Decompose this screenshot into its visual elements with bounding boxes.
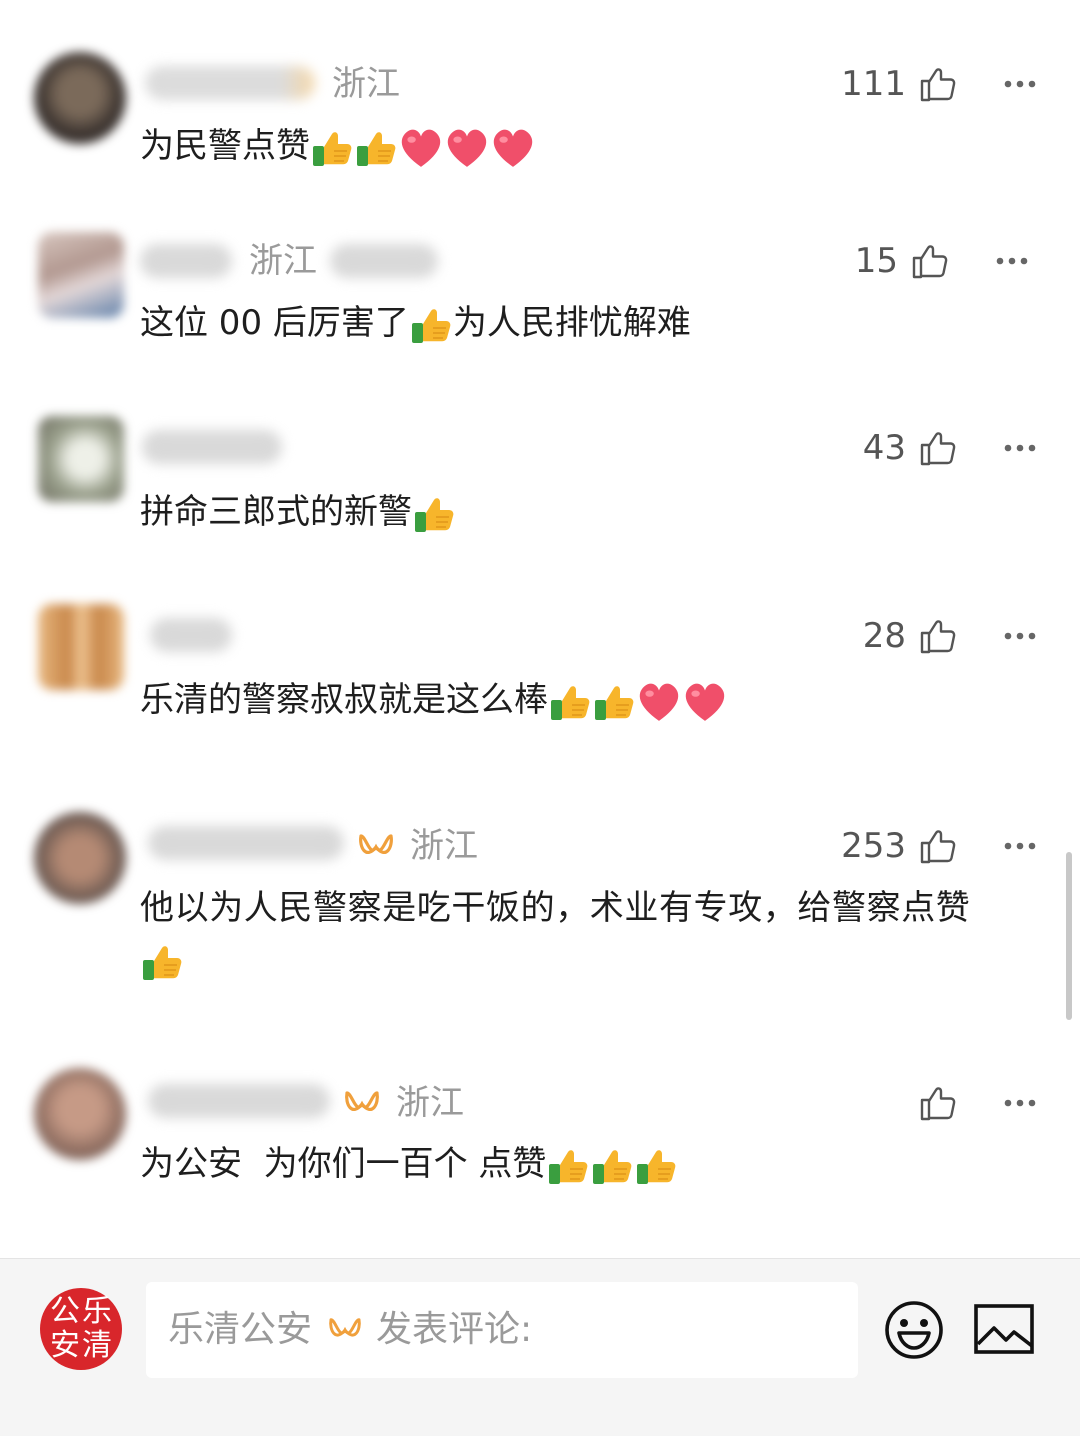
user-badge-blurred (330, 244, 438, 278)
thumbs-up-emoji-icon (354, 126, 398, 170)
like-icon[interactable] (918, 826, 958, 866)
comment-text: 拼命三郎式的新警 (140, 486, 1040, 538)
like-count: 15 (854, 241, 898, 281)
scrollbar[interactable] (1066, 852, 1072, 1020)
region-label: 浙江 (396, 1083, 464, 1123)
username-blurred[interactable] (148, 1084, 330, 1118)
heart-emoji-icon (398, 125, 444, 171)
more-icon[interactable] (995, 256, 1029, 266)
username-blurred[interactable] (145, 66, 315, 100)
comment-text-content: 他以为人民警察是吃干饭的，术业有专攻，给警察点赞 (140, 888, 971, 928)
logo-char: 公 (50, 1294, 80, 1329)
avatar[interactable] (34, 52, 126, 144)
more-icon[interactable] (1003, 841, 1037, 851)
comment-text: 他以为人民警察是吃干饭的，术业有专攻，给警察点赞 (140, 882, 1040, 986)
image-icon[interactable] (974, 1304, 1034, 1354)
input-placeholder: 发表评论: (376, 1309, 533, 1350)
heart-emoji-icon (682, 679, 728, 725)
like-icon[interactable] (918, 64, 958, 104)
comment-text-content: 为公安 为你们一百个 点赞 (140, 1144, 547, 1184)
like-icon[interactable] (918, 1083, 958, 1123)
like-icon[interactable] (918, 616, 958, 656)
comment-text-content: 为民警点赞 (140, 126, 310, 166)
thumbs-up-emoji-icon (140, 940, 184, 984)
comment-text: 为公安 为你们一百个 点赞 (140, 1138, 1040, 1190)
thumbs-up-emoji-icon (412, 492, 456, 536)
like-icon[interactable] (910, 241, 950, 281)
avatar[interactable] (34, 1068, 126, 1160)
avatar[interactable] (38, 232, 124, 318)
avatar[interactable] (34, 812, 126, 904)
username-blurred[interactable] (148, 826, 344, 860)
username-blurred[interactable] (142, 430, 282, 464)
logo-char: 乐 (82, 1294, 112, 1329)
emoji-icon[interactable] (884, 1300, 944, 1360)
more-icon[interactable] (1003, 631, 1037, 641)
thumbs-up-emoji-icon (546, 1144, 590, 1188)
thumbs-up-emoji-icon (590, 1144, 634, 1188)
heart-emoji-icon (636, 679, 682, 725)
region-label: 浙江 (332, 64, 400, 104)
more-icon[interactable] (1003, 443, 1037, 453)
comment-text: 乐清的警察叔叔就是这么棒 (140, 674, 1040, 726)
comment-text-content: 拼命三郎式的新警 (140, 492, 412, 532)
logo-char: 安 (50, 1328, 80, 1363)
comment-text: 这位 00 后厉害了 为人民排忧解难 (140, 297, 1040, 349)
comment-text: 为民警点赞 (140, 120, 1040, 172)
comment-text-content: 这位 00 后厉害了 (140, 303, 409, 343)
vip-icon (328, 1316, 362, 1344)
avatar[interactable] (38, 604, 124, 690)
account-logo[interactable]: 公 乐 安 清 (40, 1288, 122, 1370)
username-blurred[interactable] (150, 618, 232, 652)
like-count: 253 (841, 826, 906, 866)
more-icon[interactable] (1003, 79, 1037, 89)
logo-char: 清 (82, 1328, 112, 1363)
thumbs-up-emoji-icon (548, 680, 592, 724)
comment-text-content: 乐清的警察叔叔就是这么棒 (140, 680, 548, 720)
more-icon[interactable] (1003, 1098, 1037, 1108)
thumbs-up-emoji-icon (592, 680, 636, 724)
like-icon[interactable] (918, 428, 958, 468)
heart-emoji-icon (444, 125, 490, 171)
heart-emoji-icon (490, 125, 536, 171)
thumbs-up-emoji-icon (634, 1144, 678, 1188)
like-count: 43 (862, 428, 906, 468)
thumbs-up-emoji-icon (310, 126, 354, 170)
like-count: 28 (862, 616, 906, 656)
vip-icon (358, 832, 394, 862)
comment-text-continuation: 为人民排忧解难 (452, 303, 691, 343)
vip-icon (344, 1089, 380, 1119)
comment-input[interactable]: 乐清公安 发表评论: (146, 1282, 858, 1378)
thumbs-up-emoji-icon (409, 303, 453, 347)
username-blurred[interactable] (140, 244, 232, 278)
region-label: 浙江 (410, 826, 478, 866)
input-account-name: 乐清公安 (168, 1309, 313, 1350)
region-label: 浙江 (249, 241, 317, 281)
avatar[interactable] (38, 416, 124, 502)
like-count: 111 (841, 64, 906, 104)
